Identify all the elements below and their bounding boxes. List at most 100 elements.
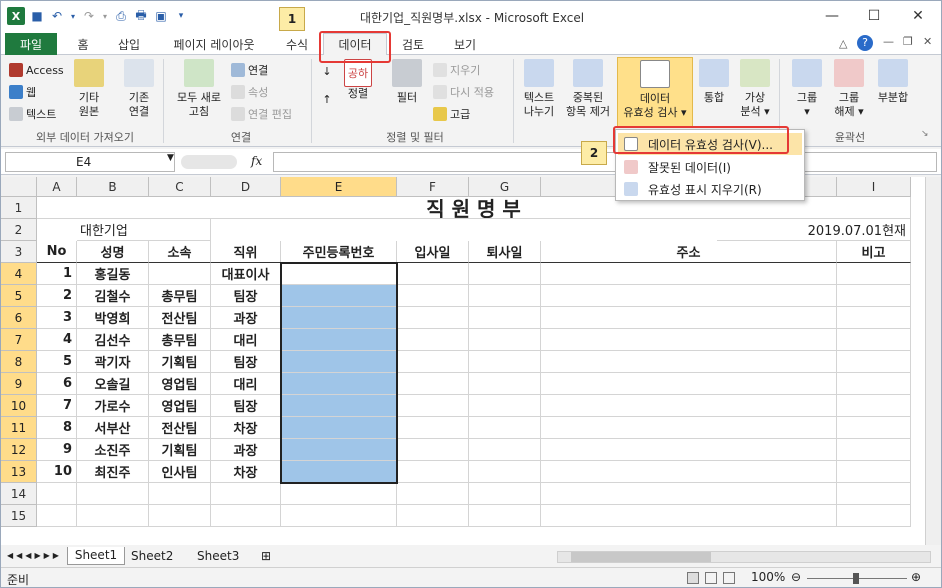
normal-view-icon[interactable] xyxy=(687,572,699,584)
table-cell[interactable]: 5 xyxy=(37,351,77,373)
row-header[interactable]: 9 xyxy=(1,373,37,395)
table-cell[interactable] xyxy=(149,263,211,285)
table-cell[interactable] xyxy=(469,351,541,373)
table-cell[interactable] xyxy=(837,439,911,461)
row-header[interactable]: 10 xyxy=(1,395,37,417)
table-cell[interactable] xyxy=(77,505,149,527)
table-cell[interactable] xyxy=(541,505,837,527)
existing-connections-button[interactable]: 기존 연결 xyxy=(119,59,159,119)
table-header[interactable]: 주소 xyxy=(541,241,837,263)
row-header[interactable]: 1 xyxy=(1,197,37,219)
sort-button[interactable]: 공하 정렬 xyxy=(341,59,375,101)
table-header[interactable]: 입사일 xyxy=(397,241,469,263)
table-header[interactable]: 퇴사일 xyxy=(469,241,541,263)
table-cell[interactable]: 홍길동 xyxy=(77,263,149,285)
from-access-button[interactable]: Access xyxy=(9,63,64,78)
table-cell[interactable] xyxy=(469,439,541,461)
table-cell[interactable] xyxy=(469,285,541,307)
table-cell[interactable]: 9 xyxy=(37,439,77,461)
table-cell[interactable] xyxy=(837,263,911,285)
help-icon[interactable]: ? xyxy=(857,35,873,51)
insert-sheet-icon[interactable]: ⊞ xyxy=(261,549,271,563)
edit-links-button[interactable]: 연결 편집 xyxy=(231,107,292,122)
report-date[interactable]: 2019.07.01현재 xyxy=(717,219,911,241)
row-header[interactable]: 2 xyxy=(1,219,37,241)
column-header-a[interactable]: A xyxy=(37,177,77,197)
column-header-b[interactable]: B xyxy=(77,177,149,197)
column-header-g[interactable]: G xyxy=(469,177,541,197)
table-cell[interactable]: 10 xyxy=(37,461,77,483)
group-button[interactable]: 그룹 ▾ xyxy=(787,59,827,119)
tab-page-layout[interactable]: 페이지 레이아웃 xyxy=(159,34,269,55)
table-cell[interactable]: 7 xyxy=(37,395,77,417)
sort-ascending-icon[interactable]: ↓ xyxy=(317,65,337,79)
text-to-columns-button[interactable]: 텍스트 나누기 xyxy=(517,59,561,119)
row-header[interactable]: 4 xyxy=(1,263,37,285)
table-cell[interactable] xyxy=(149,505,211,527)
advanced-filter-button[interactable]: 고급 xyxy=(433,107,470,122)
data-validation-button[interactable]: 데이터 유효성 검사 ▾ xyxy=(617,57,693,127)
page-break-view-icon[interactable] xyxy=(723,572,735,584)
sheet-tab-3[interactable]: Sheet3 xyxy=(197,549,239,563)
table-cell[interactable]: 6 xyxy=(37,373,77,395)
table-cell[interactable] xyxy=(397,461,469,483)
table-cell[interactable]: 과장 xyxy=(211,307,281,329)
table-cell[interactable]: 대표이사 xyxy=(211,263,281,285)
table-cell[interactable]: 대리 xyxy=(211,329,281,351)
row-header[interactable]: 5 xyxy=(1,285,37,307)
sheet-nav-arrows-icon[interactable]: ◀◀◀▶▶▶ xyxy=(7,551,62,560)
table-cell[interactable]: 최진주 xyxy=(77,461,149,483)
table-header[interactable]: 성명 xyxy=(77,241,149,263)
table-cell[interactable] xyxy=(541,263,837,285)
table-cell[interactable] xyxy=(541,373,837,395)
company-name[interactable]: 대한기업 xyxy=(77,219,211,241)
table-cell[interactable]: 가로수 xyxy=(77,395,149,417)
table-header[interactable]: 직위 xyxy=(211,241,281,263)
select-all-corner[interactable] xyxy=(1,177,37,197)
table-cell[interactable] xyxy=(541,285,837,307)
table-cell[interactable] xyxy=(469,263,541,285)
table-cell[interactable]: 총무팀 xyxy=(149,285,211,307)
column-header-e[interactable]: E xyxy=(281,177,397,197)
table-cell[interactable] xyxy=(837,417,911,439)
table-cell[interactable]: 4 xyxy=(37,329,77,351)
table-cell[interactable] xyxy=(541,417,837,439)
table-cell[interactable]: 차장 xyxy=(211,417,281,439)
table-cell[interactable] xyxy=(469,307,541,329)
tab-home[interactable]: 홈 xyxy=(65,34,101,55)
table-cell[interactable] xyxy=(541,483,837,505)
table-cell[interactable]: 3 xyxy=(37,307,77,329)
table-cell[interactable] xyxy=(541,307,837,329)
table-cell[interactable] xyxy=(397,307,469,329)
properties-button[interactable]: 속성 xyxy=(231,85,268,100)
table-cell[interactable] xyxy=(469,373,541,395)
table-cell[interactable]: 김철수 xyxy=(77,285,149,307)
table-cell[interactable]: 팀장 xyxy=(211,285,281,307)
sheet-tab-1[interactable]: Sheet1 xyxy=(67,547,125,565)
reapply-button[interactable]: 다시 적용 xyxy=(433,85,494,100)
table-cell[interactable]: 총무팀 xyxy=(149,329,211,351)
table-header[interactable]: 비고 xyxy=(837,241,911,263)
table-cell[interactable] xyxy=(837,461,911,483)
table-cell[interactable]: 영업팀 xyxy=(149,395,211,417)
sort-descending-icon[interactable]: ↑ xyxy=(317,93,337,107)
ribbon-minimize-icon[interactable]: △ xyxy=(839,37,847,50)
table-cell[interactable]: 1 xyxy=(37,263,77,285)
connections-button[interactable]: 연결 xyxy=(231,63,268,78)
table-cell[interactable] xyxy=(541,461,837,483)
table-cell[interactable] xyxy=(837,351,911,373)
table-cell[interactable] xyxy=(469,329,541,351)
table-cell[interactable]: 기획팀 xyxy=(149,439,211,461)
table-cell[interactable] xyxy=(149,483,211,505)
tab-insert[interactable]: 삽입 xyxy=(107,34,151,55)
table-cell[interactable] xyxy=(397,483,469,505)
table-cell[interactable]: 대리 xyxy=(211,373,281,395)
table-cell[interactable] xyxy=(77,483,149,505)
sheet-tab-2[interactable]: Sheet2 xyxy=(131,549,173,563)
table-cell[interactable] xyxy=(541,439,837,461)
row-header[interactable]: 8 xyxy=(1,351,37,373)
table-cell[interactable] xyxy=(397,263,469,285)
table-cell[interactable]: 차장 xyxy=(211,461,281,483)
table-cell[interactable]: 곽기자 xyxy=(77,351,149,373)
insert-function-icon[interactable]: fx xyxy=(251,154,262,168)
